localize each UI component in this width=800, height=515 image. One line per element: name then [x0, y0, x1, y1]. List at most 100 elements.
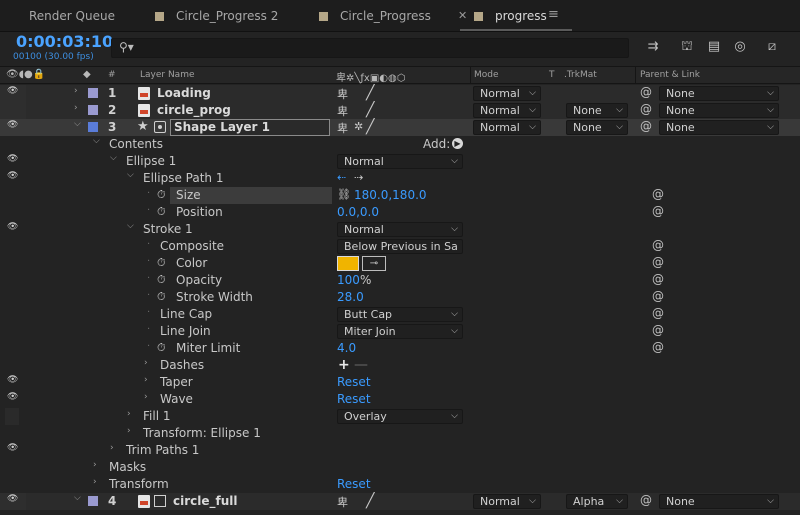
- add-menu-icon[interactable]: ▶: [452, 138, 463, 149]
- visibility-eye-icon[interactable]: 👁: [7, 375, 19, 385]
- property-line-cap[interactable]: · Line Cap Butt Cap ⌵ @: [0, 306, 800, 323]
- blend-mode-dropdown[interactable]: Normal ⌵: [473, 120, 541, 135]
- comp-mini-flowchart-icon[interactable]: ⇉: [643, 38, 663, 56]
- pickwhip-icon[interactable]: @: [652, 238, 664, 252]
- expand-chevron-icon[interactable]: ›: [74, 103, 78, 113]
- visibility-eye-icon[interactable]: 👁: [7, 120, 19, 130]
- visibility-eye-icon[interactable]: 👁: [7, 443, 19, 453]
- motion-blur-icon[interactable]: ◎: [730, 38, 750, 56]
- pickwhip-icon[interactable]: @: [652, 323, 664, 337]
- trkmat-dropdown[interactable]: None ⌵: [566, 103, 628, 118]
- search-input[interactable]: ⚲▾: [111, 38, 629, 58]
- path-direction-reverse-icon[interactable]: ⇢: [354, 171, 363, 184]
- blend-mode-dropdown[interactable]: Normal ⌵: [337, 222, 463, 237]
- quality-switch-icon[interactable]: ╱: [366, 85, 374, 101]
- reset-link[interactable]: Reset: [337, 477, 371, 491]
- expand-chevron-icon[interactable]: ›: [127, 426, 131, 436]
- quality-switch-icon[interactable]: ╱: [366, 119, 374, 135]
- av-features-icon[interactable]: 👁◖●🔒: [6, 69, 45, 80]
- add-dash-icon[interactable]: +: [338, 357, 350, 373]
- expand-chevron-icon[interactable]: ›: [127, 409, 131, 419]
- pickwhip-icon[interactable]: @: [640, 119, 652, 133]
- stopwatch-icon[interactable]: ⏱: [157, 256, 166, 270]
- layer-name[interactable]: circle_prog: [157, 103, 231, 117]
- visibility-eye-icon[interactable]: 👁: [7, 171, 19, 181]
- label-color-swatch[interactable]: [88, 105, 98, 115]
- collapse-switch-icon[interactable]: 卑: [337, 86, 348, 102]
- path-direction-icon[interactable]: ⇠: [337, 171, 346, 184]
- layer-name[interactable]: circle_full: [173, 494, 238, 508]
- pickwhip-icon[interactable]: @: [652, 255, 664, 269]
- property-position[interactable]: · ⏱ Position 0.0,0.0 @: [0, 204, 800, 221]
- collapse-chevron-icon[interactable]: ⌵: [127, 170, 134, 180]
- reset-link[interactable]: Reset: [337, 392, 371, 406]
- property-ellipse-path-1[interactable]: 👁 ⌵ Ellipse Path 1 ⇠ ⇢: [0, 170, 800, 187]
- remove-dash-icon[interactable]: —: [354, 357, 368, 373]
- expand-chevron-icon[interactable]: ›: [110, 443, 114, 453]
- blend-mode-dropdown[interactable]: Overlay ⌵: [337, 409, 463, 424]
- close-icon[interactable]: ✕: [458, 9, 467, 22]
- property-masks[interactable]: › Masks: [0, 459, 800, 476]
- blend-mode-dropdown[interactable]: Normal ⌵: [473, 494, 541, 509]
- property-dashes[interactable]: › Dashes + —: [0, 357, 800, 374]
- collapse-switch-icon[interactable]: 卑: [337, 103, 348, 119]
- label-tag-icon[interactable]: ◆: [83, 69, 91, 80]
- pickwhip-icon[interactable]: @: [652, 187, 664, 201]
- panel-menu-icon[interactable]: ≡: [548, 7, 559, 22]
- continuous-rasterize-icon[interactable]: ✲: [354, 120, 363, 133]
- column-layer-name[interactable]: Layer Name: [140, 70, 195, 80]
- property-wave[interactable]: 👁 › Wave Reset: [0, 391, 800, 408]
- expand-chevron-icon[interactable]: ›: [93, 460, 97, 470]
- visibility-eye-icon[interactable]: 👁: [7, 222, 19, 232]
- property-stroke-width[interactable]: · ⏱ Stroke Width 28.0 @: [0, 289, 800, 306]
- property-ellipse-1[interactable]: 👁 ⌵ Ellipse 1 Normal ⌵: [0, 153, 800, 170]
- collapse-chevron-icon[interactable]: ⌵: [93, 136, 100, 146]
- tab-render-queue[interactable]: Render Queue: [29, 0, 115, 32]
- property-stroke-1[interactable]: 👁 ⌵ Stroke 1 Normal ⌵: [0, 221, 800, 238]
- label-color-swatch[interactable]: [88, 122, 98, 132]
- shy-layers-icon[interactable]: ⛫: [677, 38, 697, 56]
- stopwatch-icon[interactable]: ⏱: [157, 290, 166, 304]
- opacity-value[interactable]: 100: [337, 273, 360, 287]
- blend-mode-dropdown[interactable]: Normal ⌵: [473, 86, 541, 101]
- graph-editor-icon[interactable]: ⧄: [762, 38, 782, 56]
- miter-limit-value[interactable]: 4.0: [337, 341, 356, 355]
- pickwhip-icon[interactable]: @: [640, 493, 652, 507]
- blend-mode-dropdown[interactable]: Normal ⌵: [337, 154, 463, 169]
- parent-dropdown[interactable]: None ⌵: [659, 103, 779, 118]
- blend-mode-dropdown[interactable]: Normal ⌵: [473, 103, 541, 118]
- property-miter-limit[interactable]: · ⏱ Miter Limit 4.0 @: [0, 340, 800, 357]
- property-fill-1[interactable]: › Fill 1 Overlay ⌵: [0, 408, 800, 425]
- collapse-chevron-icon[interactable]: ⌵: [74, 493, 81, 503]
- property-transform[interactable]: › Transform Reset: [0, 476, 800, 493]
- layer-name-field[interactable]: Shape Layer 1: [170, 119, 330, 136]
- frame-blending-icon[interactable]: ▤: [704, 38, 724, 56]
- expand-chevron-icon[interactable]: ›: [74, 86, 78, 96]
- layer-row[interactable]: › 2 circle_prog 卑 ╱ Normal ⌵ None ⌵ @ None…: [0, 102, 800, 119]
- collapse-switch-icon[interactable]: 卑: [337, 120, 348, 136]
- current-time-display[interactable]: 0:00:03:10: [16, 32, 113, 51]
- property-trim-paths[interactable]: 👁 › Trim Paths 1: [0, 442, 800, 459]
- line-join-dropdown[interactable]: Miter Join ⌵: [337, 324, 463, 339]
- expand-chevron-icon[interactable]: ›: [144, 358, 148, 368]
- column-parent[interactable]: Parent & Link: [640, 70, 700, 80]
- parent-dropdown[interactable]: None ⌵: [659, 86, 779, 101]
- pickwhip-icon[interactable]: @: [652, 340, 664, 354]
- position-value[interactable]: 0.0,0.0: [337, 205, 379, 219]
- reset-link[interactable]: Reset: [337, 375, 371, 389]
- pickwhip-icon[interactable]: @: [652, 204, 664, 218]
- pickwhip-icon[interactable]: @: [652, 289, 664, 303]
- quality-switch-icon[interactable]: ╱: [366, 493, 374, 509]
- property-opacity[interactable]: · ⏱ Opacity 100 % @: [0, 272, 800, 289]
- expand-chevron-icon[interactable]: ›: [93, 477, 97, 487]
- expand-chevron-icon[interactable]: ›: [144, 375, 148, 385]
- layer-row[interactable]: 👁 ⌵ 4 circle_full 卑 ╱ Normal ⌵ Alpha ⌵ @ N…: [0, 493, 800, 510]
- property-contents[interactable]: ⌵ Contents Add: ▶: [0, 136, 800, 153]
- quality-switch-icon[interactable]: ╱: [366, 102, 374, 118]
- visibility-eye-icon[interactable]: 👁: [7, 494, 19, 504]
- property-size[interactable]: · ⏱ Size ⛓ 180.0,180.0 @: [0, 187, 800, 204]
- stopwatch-icon[interactable]: ⏱: [157, 273, 166, 287]
- tab-progress[interactable]: progress: [474, 0, 547, 32]
- color-swatch[interactable]: [337, 256, 359, 271]
- constrain-proportions-icon[interactable]: ⛓: [337, 188, 351, 201]
